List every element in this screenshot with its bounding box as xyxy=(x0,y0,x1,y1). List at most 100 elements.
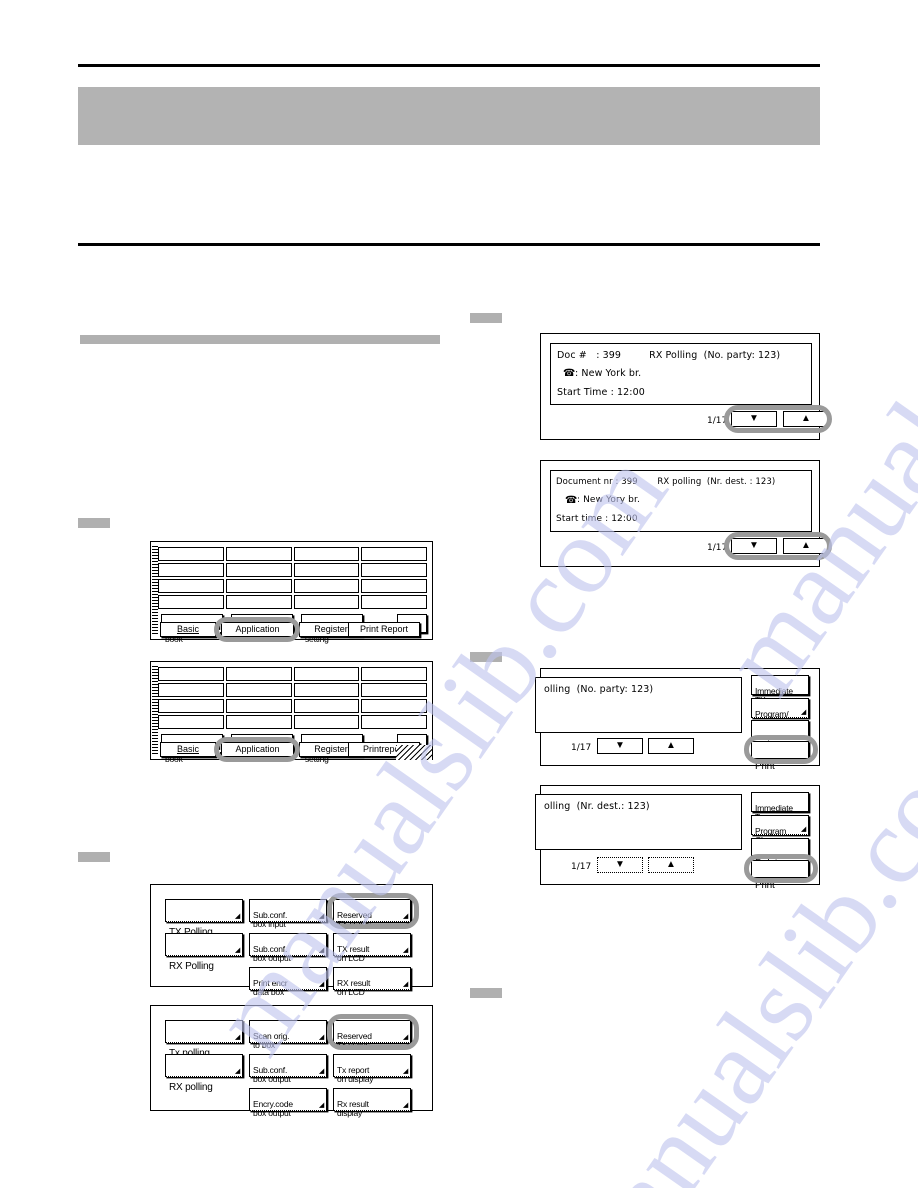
address-key[interactable] xyxy=(361,715,427,729)
key-label: Print xyxy=(755,761,775,772)
address-key[interactable] xyxy=(293,699,360,713)
print-key[interactable]: Print xyxy=(751,741,809,772)
tx-polling-key[interactable]: Tx polling ◢ xyxy=(165,1020,243,1059)
expand-icon: ◢ xyxy=(800,709,806,716)
address-key[interactable] xyxy=(225,699,292,713)
telephone-icon: ☎ xyxy=(565,495,578,506)
status-display-area: olling (Nr. dest.: 123) xyxy=(535,794,742,850)
address-key[interactable] xyxy=(225,683,292,697)
address-key[interactable] xyxy=(225,579,292,593)
address-key[interactable] xyxy=(293,563,360,577)
address-key[interactable] xyxy=(158,715,224,729)
program-change-key[interactable]: Program/ Change ◢ xyxy=(751,698,809,728)
immediate-tx-key[interactable]: Immediate Tx xyxy=(751,792,809,822)
address-key[interactable] xyxy=(361,683,427,697)
address-key[interactable] xyxy=(293,667,360,681)
address-key[interactable] xyxy=(158,683,224,697)
tab-basic[interactable]: Basic xyxy=(160,742,216,757)
key-label: TX result on LCD xyxy=(337,943,370,963)
address-key[interactable] xyxy=(293,547,360,561)
status-doc-line: Doc # : 399 RX Polling (No. party: 123) xyxy=(557,350,781,361)
rx-result-on-lcd-key[interactable]: RX result on LCD ◢ xyxy=(333,967,411,997)
print-key[interactable]: Print xyxy=(751,860,809,891)
figure-function-menu-a: TX Polling ◢ RX Polling ◢ Sub.conf. box … xyxy=(150,884,433,997)
key-label: Sub.conf. box output xyxy=(253,943,291,963)
address-key-grid xyxy=(158,667,427,729)
address-key[interactable] xyxy=(361,667,427,681)
delete-key[interactable]: Delete xyxy=(751,720,809,751)
scroll-down-key[interactable]: ▼ xyxy=(731,411,777,427)
scroll-up-key[interactable]: ▲ xyxy=(648,738,694,754)
sub-conf-box-output-key[interactable]: Sub.conf. box output ◢ xyxy=(249,1054,327,1084)
scroll-up-key[interactable]: ▲ xyxy=(648,857,694,873)
status-polling-line: olling (No. party: 123) xyxy=(544,684,654,695)
expand-icon: ◢ xyxy=(318,913,324,920)
header-rule-bottom xyxy=(78,243,820,246)
encry-code-box-output-key[interactable]: Encry.code box output ◢ xyxy=(249,1088,327,1118)
expand-icon: ◢ xyxy=(402,913,408,920)
address-key[interactable] xyxy=(293,715,360,729)
figure-reserved-tx-status-a: Doc # : 399 RX Polling (No. party: 123) … xyxy=(540,333,832,440)
tab-application[interactable]: Application xyxy=(221,742,294,757)
address-key[interactable] xyxy=(361,547,427,561)
address-key[interactable] xyxy=(225,547,292,561)
address-key[interactable] xyxy=(361,595,427,609)
tab-print-report[interactable]: Print Report xyxy=(348,622,420,637)
step-marker-2 xyxy=(78,852,110,862)
expand-icon: ◢ xyxy=(318,1102,324,1109)
expand-icon: ◢ xyxy=(402,1068,408,1075)
address-key-grid xyxy=(158,547,427,609)
scroll-up-key[interactable]: ▲ xyxy=(783,538,829,554)
figure-status-side-keys-a: olling (No. party: 123) 1/17 ▼ ▲ Immedia… xyxy=(535,668,820,772)
chapter-title-band xyxy=(78,87,820,145)
address-key[interactable] xyxy=(361,699,427,713)
address-key[interactable] xyxy=(158,547,224,561)
tab-application[interactable]: Application xyxy=(221,622,294,637)
address-key[interactable] xyxy=(361,579,427,593)
scroll-down-key[interactable]: ▼ xyxy=(597,738,643,754)
address-key[interactable] xyxy=(293,683,360,697)
delete-key[interactable]: Delete xyxy=(751,838,809,869)
status-destination-line: : New Yory br. xyxy=(577,495,640,505)
watermark-overlay: manualslib.com manualslib.com manualslib… xyxy=(0,0,918,1188)
address-key[interactable] xyxy=(158,579,224,593)
page-counter: 1/17 xyxy=(707,416,728,426)
rx-polling-key[interactable]: RX polling ◢ xyxy=(165,1054,243,1093)
key-label: Tx report on display xyxy=(337,1064,374,1084)
address-key[interactable] xyxy=(293,595,360,609)
scroll-up-key[interactable]: ▲ xyxy=(783,411,829,427)
tab-basic[interactable]: Basic xyxy=(160,622,216,637)
expand-icon: ◢ xyxy=(402,1102,408,1109)
tx-polling-key[interactable]: TX Polling ◢ xyxy=(165,899,243,938)
print-encr-data-box-key[interactable]: Print encr data box ◢ xyxy=(249,967,327,997)
expand-icon: ◢ xyxy=(318,947,324,954)
scan-orig-to-box-key[interactable]: Scan orig. to box ◢ xyxy=(249,1020,327,1050)
address-key[interactable] xyxy=(361,563,427,577)
address-key[interactable] xyxy=(158,595,224,609)
address-key[interactable] xyxy=(158,667,224,681)
address-key[interactable] xyxy=(225,563,292,577)
telephone-icon: ☎ xyxy=(563,368,576,379)
figure-status-side-keys-b: olling (Nr. dest.: 123) 1/17 ▼ ▲ Immedia… xyxy=(535,785,820,891)
tx-result-on-lcd-key[interactable]: TX result on LCD ◢ xyxy=(333,933,411,963)
address-key[interactable] xyxy=(225,667,292,681)
scroll-down-key[interactable]: ▼ xyxy=(731,538,777,554)
sub-conf-box-output-key[interactable]: Sub.conf. box output ◢ xyxy=(249,933,327,963)
reserved-tx-status-key[interactable]: Reserved Tx status ◢ xyxy=(333,1020,411,1050)
key-label: Print xyxy=(755,880,775,891)
tx-report-on-display-key[interactable]: Tx report on display ◢ xyxy=(333,1054,411,1084)
address-key[interactable] xyxy=(158,563,224,577)
status-display-area: Document nr : 399 RX polling (Nr. dest. … xyxy=(550,470,812,532)
address-key[interactable] xyxy=(293,579,360,593)
address-key[interactable] xyxy=(225,715,292,729)
address-key[interactable] xyxy=(158,699,224,713)
rx-polling-key[interactable]: RX Polling ◢ xyxy=(165,933,243,972)
sub-conf-box-input-key[interactable]: Sub.conf. box input ◢ xyxy=(249,899,327,929)
scroll-down-key[interactable]: ▼ xyxy=(597,857,643,873)
program-change-key[interactable]: Program Change ◢ xyxy=(751,815,809,845)
status-display-area: olling (No. party: 123) xyxy=(535,677,742,733)
address-key[interactable] xyxy=(225,595,292,609)
reserved-tx-status-key[interactable]: Reserved TX status ◢ xyxy=(333,899,411,929)
immediate-tx-key[interactable]: Immediate TX xyxy=(751,675,809,705)
rx-result-display-key[interactable]: Rx result display ◢ xyxy=(333,1088,411,1118)
